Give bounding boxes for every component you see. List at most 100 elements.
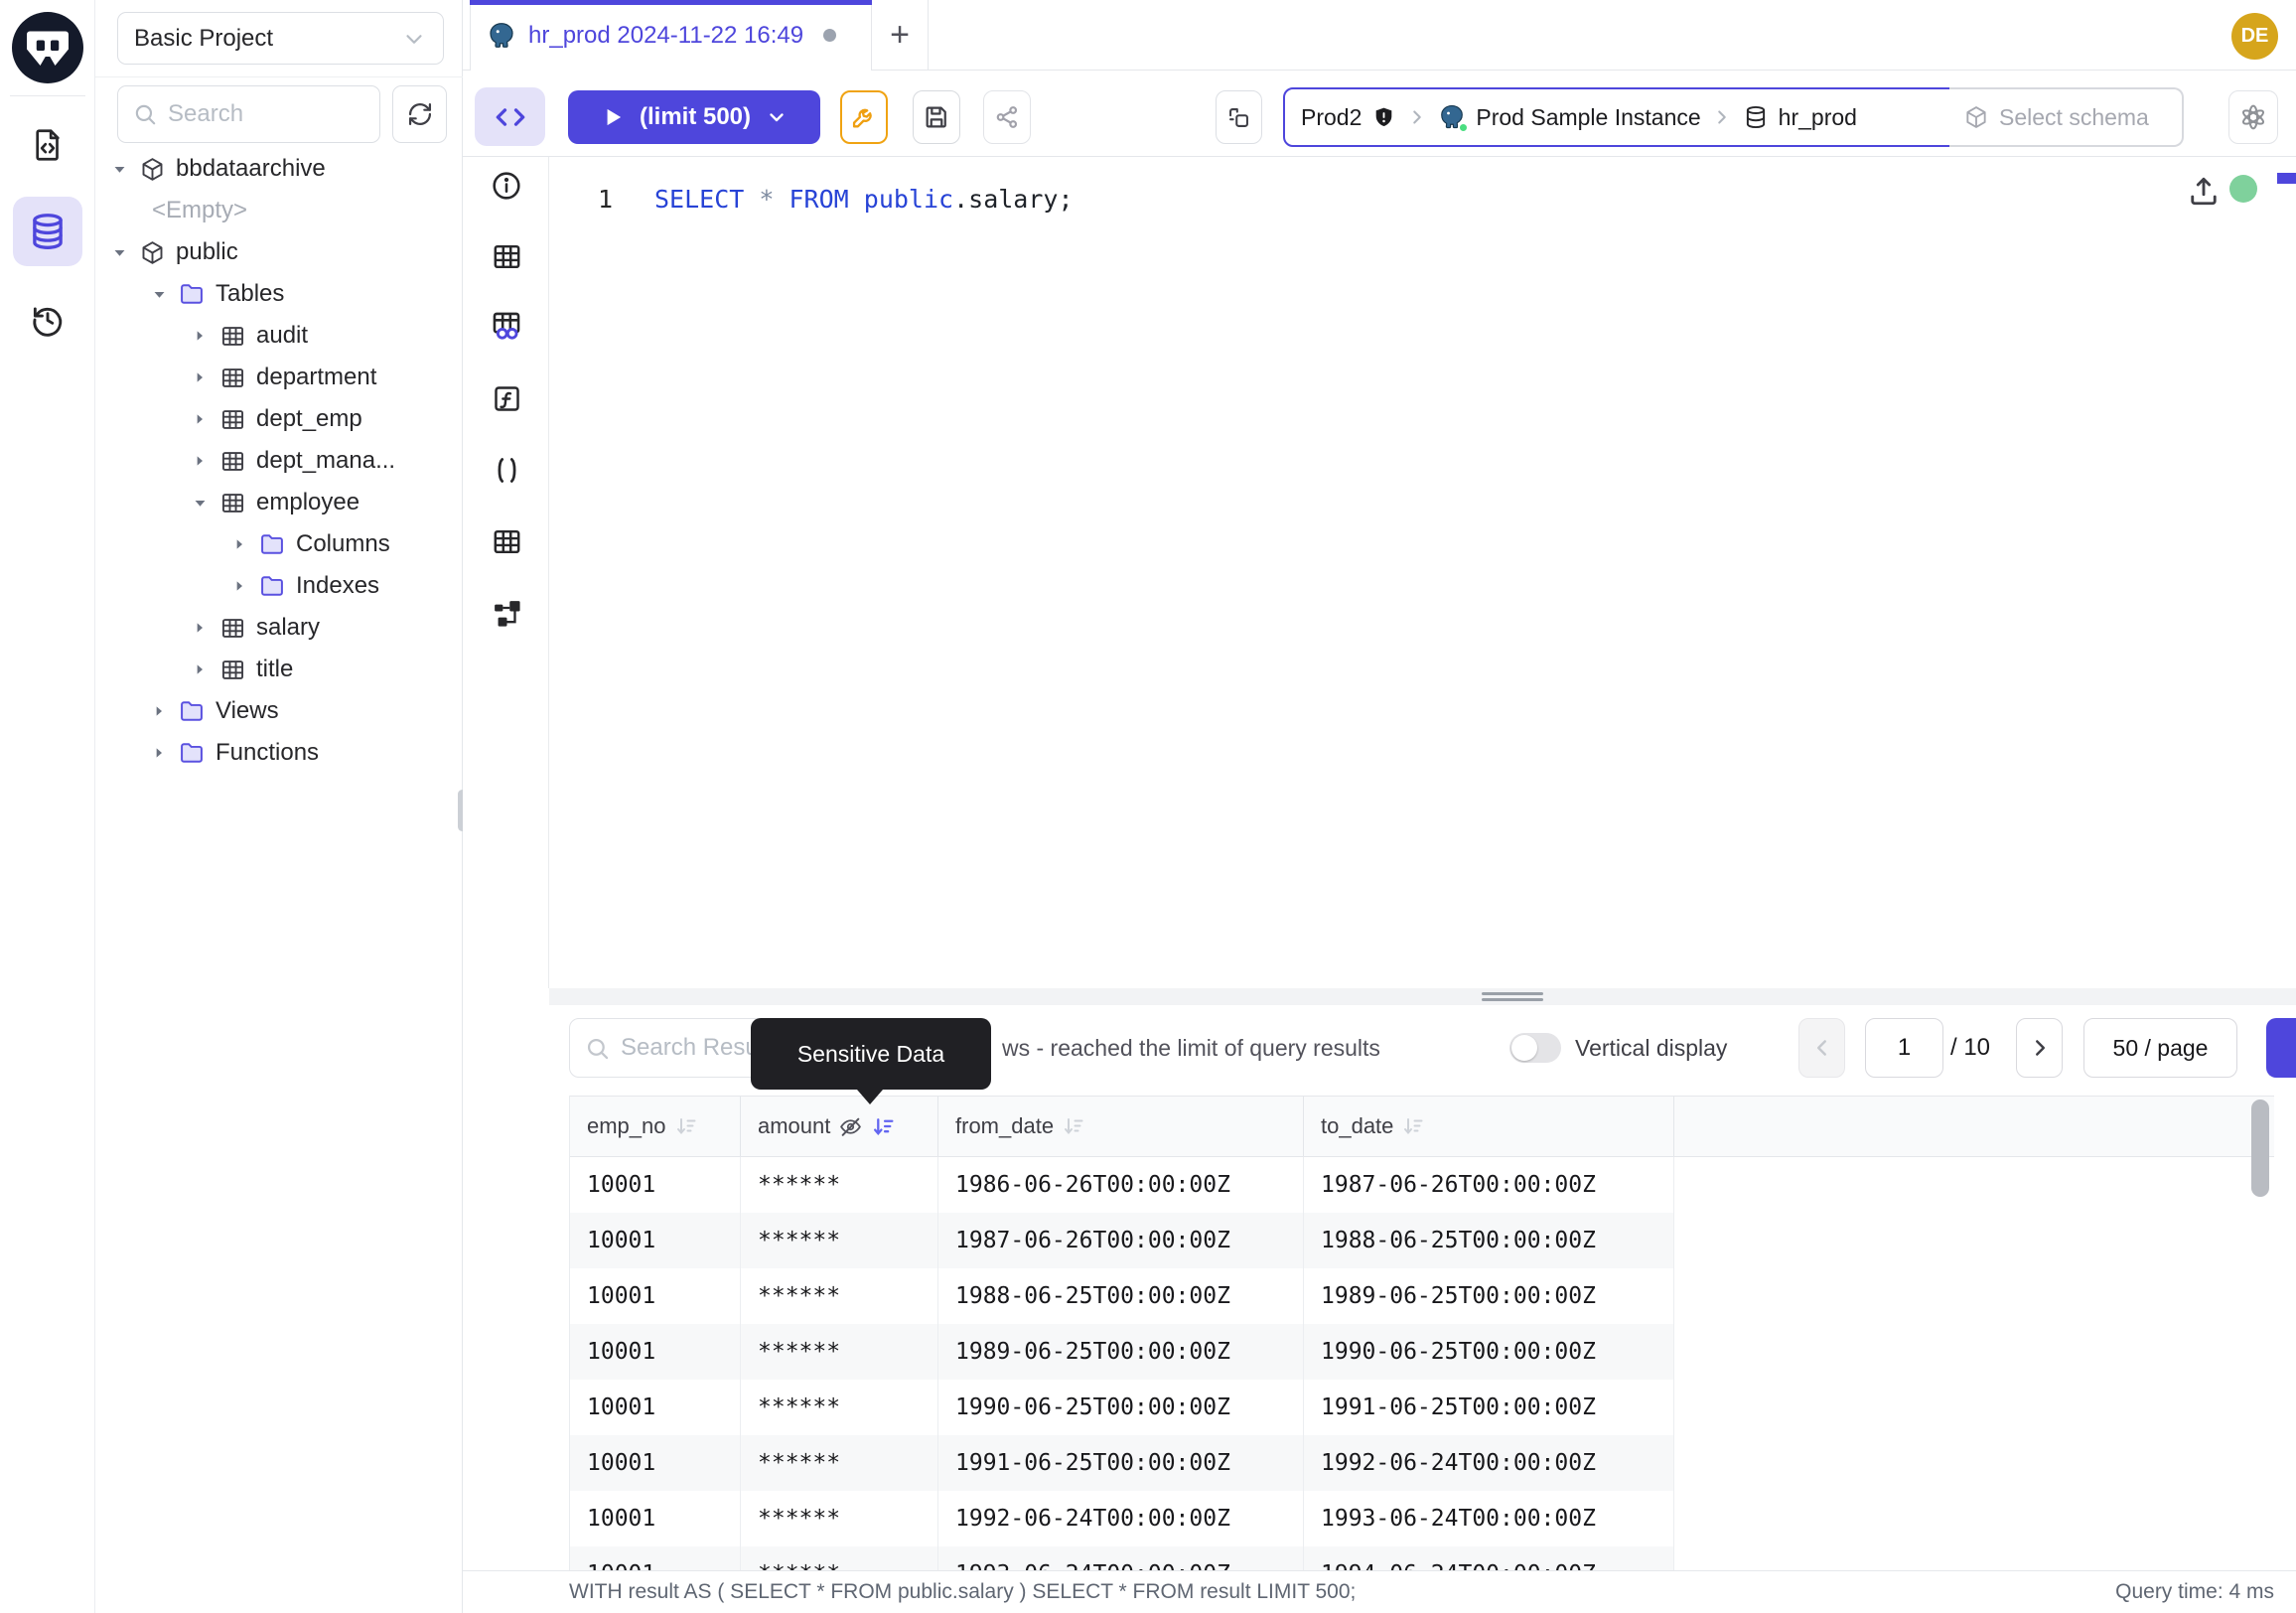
schema-diagram-button[interactable] bbox=[489, 595, 524, 631]
sidebar-search-input[interactable] bbox=[168, 100, 337, 128]
tree-item-columns[interactable]: Columns bbox=[95, 523, 463, 565]
cell-from-date[interactable]: 1988-06-25T00:00:00Z bbox=[938, 1268, 1304, 1324]
batch-query-button[interactable] bbox=[1216, 90, 1262, 144]
cell-amount-masked[interactable]: ****** bbox=[741, 1380, 938, 1435]
project-select[interactable]: Basic Project bbox=[117, 12, 444, 65]
cell-emp-no[interactable]: 10001 bbox=[570, 1268, 741, 1324]
table-row[interactable]: 10001******1986-06-26T00:00:00Z1987-06-2… bbox=[570, 1157, 2274, 1213]
cell-from-date[interactable]: 1991-06-25T00:00:00Z bbox=[938, 1435, 1304, 1491]
refresh-button[interactable] bbox=[392, 85, 447, 143]
schema-select[interactable]: Select schema bbox=[1949, 87, 2184, 147]
table-row[interactable]: 10001******1993-06-24T00:00:00Z1994-06-2… bbox=[570, 1546, 2274, 1570]
cell-emp-no[interactable]: 10001 bbox=[570, 1157, 741, 1213]
connection-breadcrumb[interactable]: Prod2 Prod Sample Instance hr_prod bbox=[1283, 87, 1951, 147]
sensitive-data-panel-button[interactable] bbox=[489, 308, 524, 344]
tree-item-employee[interactable]: employee bbox=[95, 482, 463, 523]
cell-to-date[interactable]: 1994-06-24T00:00:00Z bbox=[1304, 1546, 1674, 1570]
rail-databases-button[interactable] bbox=[13, 197, 82, 266]
tree-item-tables[interactable]: Tables bbox=[95, 273, 463, 315]
page-size-select[interactable]: 50 / page bbox=[2083, 1018, 2237, 1078]
vertical-display-toggle[interactable] bbox=[1509, 1033, 1561, 1063]
cell-from-date[interactable]: 1992-06-24T00:00:00Z bbox=[938, 1491, 1304, 1546]
tree-item-public[interactable]: public bbox=[95, 231, 463, 273]
cell-to-date[interactable]: 1990-06-25T00:00:00Z bbox=[1304, 1324, 1674, 1380]
cell-to-date[interactable]: 1988-06-25T00:00:00Z bbox=[1304, 1213, 1674, 1268]
sort-icon[interactable] bbox=[1062, 1114, 1085, 1138]
cell-emp-no[interactable]: 10001 bbox=[570, 1380, 741, 1435]
cell-emp-no[interactable]: 10001 bbox=[570, 1435, 741, 1491]
parameters-panel-button[interactable] bbox=[489, 452, 524, 488]
tree-item-department[interactable]: department bbox=[95, 357, 463, 398]
functions-panel-button[interactable] bbox=[489, 380, 524, 416]
cell-emp-no[interactable]: 10001 bbox=[570, 1324, 741, 1380]
column-header-emp-no[interactable]: emp_no bbox=[570, 1097, 741, 1156]
table-row[interactable]: 10001******1989-06-25T00:00:00Z1990-06-2… bbox=[570, 1324, 2274, 1380]
tree-item-dept-emp[interactable]: dept_emp bbox=[95, 398, 463, 440]
table-body[interactable]: 10001******1986-06-26T00:00:00Z1987-06-2… bbox=[570, 1157, 2274, 1570]
ai-assistant-button[interactable] bbox=[2228, 90, 2278, 144]
save-button[interactable] bbox=[913, 90, 960, 144]
column-header-amount[interactable]: amount bbox=[741, 1097, 938, 1156]
cell-to-date[interactable]: 1991-06-25T00:00:00Z bbox=[1304, 1380, 1674, 1435]
cell-to-date[interactable]: 1993-06-24T00:00:00Z bbox=[1304, 1491, 1674, 1546]
wrench-button[interactable] bbox=[840, 90, 888, 144]
tree-item-audit[interactable]: audit bbox=[95, 315, 463, 357]
cell-amount-masked[interactable]: ****** bbox=[741, 1268, 938, 1324]
rail-worksheets-button[interactable] bbox=[13, 110, 82, 180]
tables-panel-button[interactable] bbox=[489, 238, 524, 274]
cell-amount-masked[interactable]: ****** bbox=[741, 1546, 938, 1570]
code-panel-toggle[interactable] bbox=[475, 87, 545, 146]
eye-off-icon[interactable] bbox=[838, 1114, 863, 1139]
cell-amount-masked[interactable]: ****** bbox=[741, 1213, 938, 1268]
panel-action-button[interactable] bbox=[2266, 1018, 2296, 1078]
next-page-button[interactable] bbox=[2016, 1018, 2063, 1078]
tree-item-views[interactable]: Views bbox=[95, 690, 463, 732]
info-button[interactable] bbox=[489, 168, 524, 204]
cell-from-date[interactable]: 1989-06-25T00:00:00Z bbox=[938, 1324, 1304, 1380]
cell-to-date[interactable]: 1992-06-24T00:00:00Z bbox=[1304, 1435, 1674, 1491]
sidebar-search[interactable] bbox=[117, 85, 380, 143]
cell-emp-no[interactable]: 10001 bbox=[570, 1491, 741, 1546]
tree-item-title[interactable]: title bbox=[95, 649, 463, 690]
tree-item-dept-manager[interactable]: dept_mana... bbox=[95, 440, 463, 482]
prev-page-button[interactable] bbox=[1798, 1018, 1845, 1078]
cell-amount-masked[interactable]: ****** bbox=[741, 1435, 938, 1491]
data-panel-button[interactable] bbox=[489, 523, 524, 559]
rail-history-button[interactable] bbox=[13, 285, 82, 355]
table-row[interactable]: 10001******1987-06-26T00:00:00Z1988-06-2… bbox=[570, 1213, 2274, 1268]
chevron-down-icon[interactable] bbox=[765, 105, 789, 129]
tree-item-functions[interactable]: Functions bbox=[95, 732, 463, 774]
bytebase-logo[interactable] bbox=[12, 12, 83, 83]
add-tab-button[interactable]: + bbox=[872, 0, 929, 71]
cell-amount-masked[interactable]: ****** bbox=[741, 1157, 938, 1213]
column-header-to-date[interactable]: to_date bbox=[1304, 1097, 1674, 1156]
column-header-from-date[interactable]: from_date bbox=[938, 1097, 1304, 1156]
cell-to-date[interactable]: 1989-06-25T00:00:00Z bbox=[1304, 1268, 1674, 1324]
cell-from-date[interactable]: 1993-06-24T00:00:00Z bbox=[938, 1546, 1304, 1570]
tab-hr-prod[interactable]: hr_prod 2024-11-22 16:49 bbox=[470, 0, 872, 71]
sort-icon[interactable] bbox=[674, 1114, 698, 1138]
panel-splitter[interactable] bbox=[549, 988, 2296, 1005]
cell-amount-masked[interactable]: ****** bbox=[741, 1324, 938, 1380]
cell-amount-masked[interactable]: ****** bbox=[741, 1491, 938, 1546]
share-button[interactable] bbox=[983, 90, 1031, 144]
cell-from-date[interactable]: 1986-06-26T00:00:00Z bbox=[938, 1157, 1304, 1213]
tree-item-salary[interactable]: salary bbox=[95, 607, 463, 649]
table-row[interactable]: 10001******1988-06-25T00:00:00Z1989-06-2… bbox=[570, 1268, 2274, 1324]
cell-emp-no[interactable]: 10001 bbox=[570, 1213, 741, 1268]
sort-icon[interactable] bbox=[1401, 1114, 1425, 1138]
tree-item-bbdataarchive[interactable]: bbdataarchive bbox=[95, 148, 463, 190]
tree-item-indexes[interactable]: Indexes bbox=[95, 565, 463, 607]
page-number-input[interactable]: 1 bbox=[1865, 1018, 1943, 1078]
cell-to-date[interactable]: 1987-06-26T00:00:00Z bbox=[1304, 1157, 1674, 1213]
upload-sql-button[interactable] bbox=[2186, 173, 2222, 209]
cell-from-date[interactable]: 1987-06-26T00:00:00Z bbox=[938, 1213, 1304, 1268]
table-row[interactable]: 10001******1991-06-25T00:00:00Z1992-06-2… bbox=[570, 1435, 2274, 1491]
sql-editor[interactable] bbox=[549, 157, 2296, 988]
table-row[interactable]: 10001******1990-06-25T00:00:00Z1991-06-2… bbox=[570, 1380, 2274, 1435]
sort-icon-active[interactable] bbox=[871, 1114, 896, 1139]
table-scrollbar[interactable] bbox=[2251, 1100, 2269, 1197]
table-row[interactable]: 10001******1992-06-24T00:00:00Z1993-06-2… bbox=[570, 1491, 2274, 1546]
cell-from-date[interactable]: 1990-06-25T00:00:00Z bbox=[938, 1380, 1304, 1435]
run-button[interactable]: (limit 500) bbox=[568, 90, 820, 144]
